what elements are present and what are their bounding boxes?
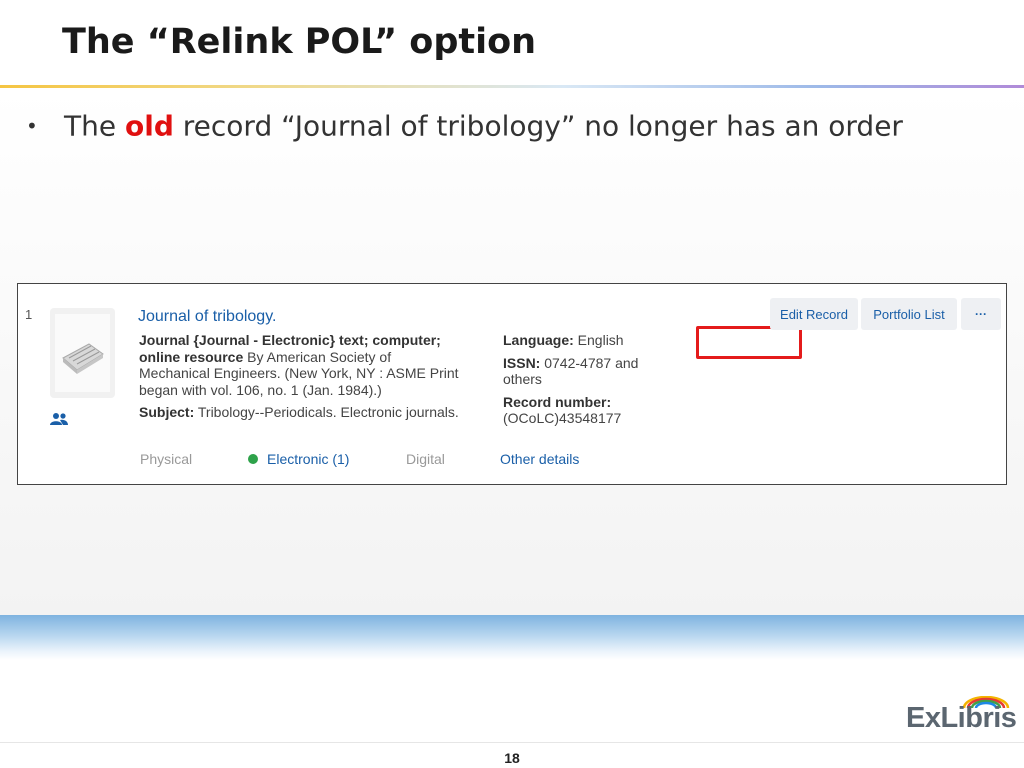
footer-wave: [0, 615, 1024, 660]
record-number-value: (OCoLC)43548177: [503, 410, 622, 426]
subject-label: Subject:: [139, 404, 195, 420]
record-details: Language: English ISSN: 0742-4787 and ot…: [503, 332, 673, 433]
bullet-suffix: record “Journal of tribology” no longer …: [182, 109, 903, 143]
record-title-link[interactable]: Journal of tribology.: [138, 308, 276, 326]
more-actions-button[interactable]: ···: [961, 298, 1001, 330]
footer-divider: [0, 742, 1024, 743]
portfolio-list-button[interactable]: Portfolio List: [861, 298, 957, 330]
bullet-highlight: old: [124, 109, 174, 143]
search-result-record: 1 Journal of tribology. Journal {Journal…: [17, 283, 1007, 485]
physical-link: Physical: [140, 451, 193, 467]
result-index: 1: [25, 307, 33, 322]
bullet-dot-icon: •: [26, 114, 38, 138]
users-icon[interactable]: [50, 412, 68, 431]
logo-text: ExLibris: [906, 702, 1017, 734]
journal-thumbnail-icon[interactable]: [50, 308, 115, 398]
bullet-prefix: The: [64, 109, 117, 143]
language-label: Language:: [503, 332, 574, 348]
slide-title: The “Relink POL” option: [62, 22, 537, 62]
highlight-box: [696, 326, 802, 359]
record-number-label: Record number:: [503, 393, 612, 410]
title-divider: [0, 85, 1024, 88]
issn-label: ISSN:: [503, 354, 541, 371]
page-number: 18: [504, 750, 520, 766]
record-description: Journal {Journal - Electronic} text; com…: [139, 332, 459, 427]
edit-record-button[interactable]: Edit Record: [770, 298, 858, 330]
bullet-point: • The old record “Journal of tribology” n…: [26, 108, 903, 143]
subject-value: Tribology--Periodicals. Electronic journ…: [197, 404, 459, 420]
exlibris-logo: ExLibris: [906, 696, 1017, 740]
language-value: English: [577, 332, 624, 348]
green-dot-icon: [248, 454, 258, 465]
digital-link: Digital: [406, 451, 445, 467]
electronic-link[interactable]: Electronic (1): [248, 451, 349, 467]
other-details-link[interactable]: Other details: [500, 451, 579, 467]
